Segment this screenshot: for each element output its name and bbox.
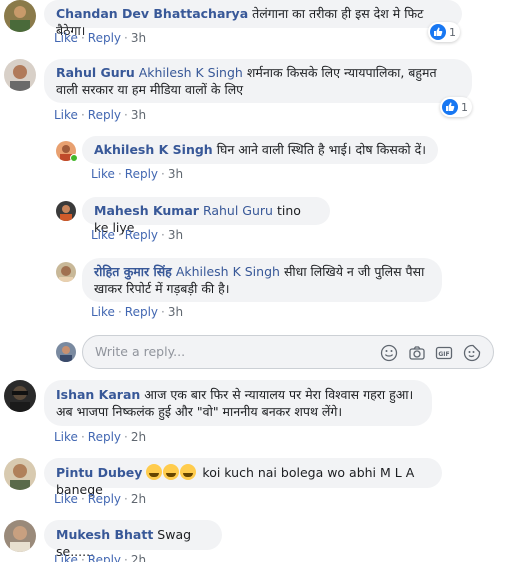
comment-actions: Like · Reply · 2h: [54, 430, 147, 444]
comment-text-line2: अब भाजपा निष्कलंक हुई और "वो" माननीय बनक…: [56, 404, 343, 419]
comment-text: घिन आने वाली स्थिति है भाई। दोष किसको दे…: [216, 142, 427, 157]
comment-bubble: Ishan Karan आज एक बार फिर से न्यायालय पर …: [44, 380, 432, 426]
camera-icon[interactable]: [408, 344, 426, 362]
like-button[interactable]: Like: [54, 31, 78, 45]
online-indicator: [70, 154, 78, 162]
comment-actions: Like · Reply · 3h: [91, 305, 184, 319]
reaction-badge[interactable]: 1: [428, 22, 460, 42]
reply-input[interactable]: [95, 344, 375, 359]
reply-button[interactable]: Reply: [88, 108, 121, 122]
mentioned-user[interactable]: Akhilesh K Singh: [139, 65, 243, 80]
comment-text-line2: खाकर रिपोर्ट में गड़बड़ी की है।: [94, 281, 230, 296]
commenter-name[interactable]: Mukesh Bhatt: [56, 527, 153, 542]
comment-actions: Like · Reply · 3h: [91, 167, 184, 181]
avatar[interactable]: [4, 458, 36, 490]
comment-bubble: Akhilesh K Singh घिन आने वाली स्थिति है भ…: [82, 136, 438, 164]
comment-bubble: Mukesh Bhatt Swag se......: [44, 520, 222, 559]
avatar[interactable]: [4, 380, 36, 412]
avatar[interactable]: [4, 0, 36, 32]
timestamp[interactable]: 3h: [168, 167, 183, 181]
gif-icon[interactable]: GIF: [435, 344, 453, 362]
comment-text-line1: शर्मनाक किसके लिए न्यायपालिका, बहुमत: [246, 65, 437, 80]
timestamp[interactable]: 2h: [131, 553, 146, 562]
reaction-count: 1: [449, 25, 456, 39]
comment-actions: Like · Reply · 3h: [54, 31, 147, 45]
svg-text:GIF: GIF: [438, 351, 449, 358]
commenter-name[interactable]: Rahul Guru: [56, 65, 135, 80]
like-button[interactable]: Like: [91, 228, 115, 242]
reply-button[interactable]: Reply: [125, 305, 158, 319]
laughing-emoji-icon: [163, 464, 180, 480]
reply-button[interactable]: Reply: [125, 228, 158, 242]
like-button[interactable]: Like: [91, 167, 115, 181]
commenter-name[interactable]: Akhilesh K Singh: [94, 142, 213, 157]
laughing-emoji-icon: [146, 464, 163, 480]
reply-box[interactable]: GIF: [82, 335, 494, 369]
avatar[interactable]: [56, 262, 76, 282]
comment-actions: Like · Reply · 2h: [54, 553, 146, 562]
commenter-name[interactable]: Pintu Dubey: [56, 465, 142, 480]
laughing-emoji-icon: [180, 464, 197, 480]
timestamp[interactable]: 3h: [168, 305, 183, 319]
comment-actions: Like · Reply · 2h: [54, 492, 147, 506]
comment-bubble: Mahesh Kumar Rahul Guru tino ke liye: [82, 197, 330, 235]
avatar[interactable]: [56, 201, 76, 221]
comment-text-line1: आज एक बार फिर से न्यायालय पर मेरा विश्वा…: [144, 387, 414, 402]
reply-button[interactable]: Reply: [88, 553, 121, 562]
current-user-avatar: [56, 342, 76, 362]
avatar[interactable]: [4, 59, 36, 91]
comment-actions: Like · Reply · 3h: [91, 228, 184, 242]
comment-text-line1: सीधा लिखिये न जी पुलिस पैसा: [283, 264, 425, 279]
like-button[interactable]: Like: [54, 108, 78, 122]
timestamp[interactable]: 3h: [168, 228, 183, 242]
comment-bubble: Pintu Dubey koi kuch nai bolega wo abhi M…: [44, 458, 442, 497]
commenter-name[interactable]: Ishan Karan: [56, 387, 140, 402]
mentioned-user[interactable]: Akhilesh K Singh: [176, 264, 280, 279]
reply-button[interactable]: Reply: [88, 492, 121, 506]
reaction-badge[interactable]: 1: [440, 97, 472, 117]
comment-bubble: Rahul Guru Akhilesh K Singh शर्मनाक किसके …: [44, 59, 472, 103]
timestamp[interactable]: 2h: [131, 492, 146, 506]
reaction-count: 1: [461, 100, 468, 114]
like-icon: [430, 24, 446, 40]
comment-actions: Like · Reply · 3h: [54, 108, 147, 122]
comment-bubble: Chandan Dev Bhattacharya तेलंगाना का तरीक…: [44, 0, 462, 38]
commenter-name[interactable]: रोहित कुमार सिंह: [94, 264, 172, 279]
sticker-icon[interactable]: [463, 344, 481, 362]
timestamp[interactable]: 2h: [131, 430, 146, 444]
like-button[interactable]: Like: [54, 430, 78, 444]
commenter-name[interactable]: Mahesh Kumar: [94, 203, 199, 218]
like-button[interactable]: Like: [54, 553, 78, 562]
timestamp[interactable]: 3h: [131, 31, 146, 45]
like-icon: [442, 99, 458, 115]
timestamp[interactable]: 3h: [131, 108, 146, 122]
reply-button[interactable]: Reply: [88, 31, 121, 45]
reply-button[interactable]: Reply: [88, 430, 121, 444]
like-button[interactable]: Like: [54, 492, 78, 506]
avatar[interactable]: [4, 520, 36, 552]
emoji-icon[interactable]: [380, 344, 398, 362]
like-button[interactable]: Like: [91, 305, 115, 319]
mentioned-user[interactable]: Rahul Guru: [203, 203, 273, 218]
comment-text-line2: वाली सरकार या हम मीडिया वालों के लिए: [56, 82, 244, 97]
comment-bubble: रोहित कुमार सिंह Akhilesh K Singh सीधा लिख…: [82, 258, 442, 302]
commenter-name[interactable]: Chandan Dev Bhattacharya: [56, 6, 248, 21]
reply-button[interactable]: Reply: [125, 167, 158, 181]
